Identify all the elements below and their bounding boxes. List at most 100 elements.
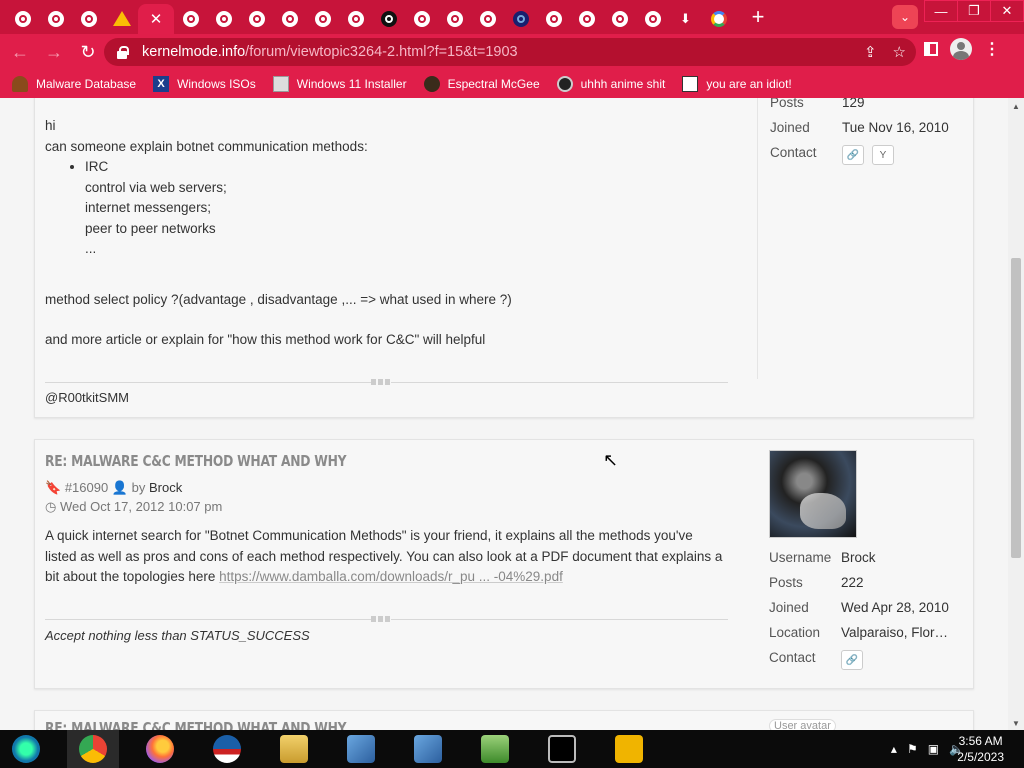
- bookmark-espectral-mcgee[interactable]: Espectral McGee: [423, 76, 540, 92]
- y-contact-icon[interactable]: Y: [872, 145, 894, 165]
- share-icon[interactable]: ⇪: [864, 43, 877, 61]
- anime-icon: [556, 76, 573, 92]
- user-avatar-placeholder[interactable]: User avatar: [769, 719, 836, 730]
- post-2-title[interactable]: Re: Malware C&C method what and why: [45, 452, 347, 470]
- tab-opera-2[interactable]: [39, 4, 72, 34]
- window-close-button[interactable]: ✕: [990, 0, 1024, 22]
- bookmark-malware-database[interactable]: Malware Database: [12, 76, 136, 92]
- tab-google[interactable]: [702, 4, 735, 34]
- tab-downloads[interactable]: ⬇: [669, 4, 702, 34]
- bookmark-label: Windows 11 Installer: [296, 77, 407, 91]
- pdf-link[interactable]: https://www.damballa.com/downloads/r_pu …: [219, 569, 563, 584]
- windows-media-center-icon: [12, 735, 40, 763]
- installer-icon: [272, 76, 289, 92]
- tab-active-close[interactable]: ✕: [138, 3, 174, 34]
- forward-button[interactable]: →: [40, 38, 68, 66]
- post-2-date-row: ◷ Wed Oct 17, 2012 10:07 pm: [45, 499, 222, 515]
- url-text[interactable]: kernelmode.info/forum/viewtopic3264-2.ht…: [142, 44, 518, 60]
- cmd-icon: [548, 735, 576, 763]
- taskbar-obama-logo[interactable]: [201, 730, 253, 768]
- side-panel-icon[interactable]: [924, 42, 938, 56]
- tab-opera-11[interactable]: [438, 4, 471, 34]
- network-icon[interactable]: ▣: [928, 742, 939, 756]
- tray-expand-icon[interactable]: ▴: [891, 742, 897, 756]
- username-value[interactable]: Brock: [841, 550, 951, 565]
- menu-kebab-icon[interactable]: ⋮: [984, 39, 1000, 59]
- tab-opera-10[interactable]: [405, 4, 438, 34]
- minimize-button[interactable]: —: [924, 0, 958, 22]
- post-2-meta: 🔖 #16090 👤 by Brock: [45, 480, 182, 496]
- bookmark-windows-11-installer[interactable]: Windows 11 Installer: [272, 76, 407, 92]
- taskbar-chrome[interactable]: [67, 730, 119, 768]
- opera-icon: [248, 10, 265, 27]
- tab-opera-14[interactable]: [570, 4, 603, 34]
- taskbar-media-center[interactable]: [0, 730, 52, 768]
- tab-opera-15[interactable]: [603, 4, 636, 34]
- restore-button[interactable]: ❐: [957, 0, 991, 22]
- joined-label: Joined: [769, 600, 809, 615]
- profile-contact-row: Contact 🔗: [769, 650, 951, 670]
- taskbar-file-explorer[interactable]: [268, 730, 320, 768]
- google-icon: [710, 10, 727, 27]
- list-item: IRC: [85, 157, 745, 178]
- system-clock[interactable]: 3:56 AM 2/5/2023: [957, 733, 1004, 765]
- website-link-icon[interactable]: 🔗: [841, 650, 863, 670]
- new-tab-button[interactable]: +: [743, 2, 773, 32]
- address-bar[interactable]: kernelmode.info/forum/viewtopic3264-2.ht…: [104, 38, 916, 66]
- post-3-title[interactable]: Re: Malware C&C method what and why: [45, 719, 347, 730]
- opera-icon: [47, 10, 64, 27]
- taskbar-firefox[interactable]: [134, 730, 186, 768]
- contact-label: Contact: [769, 650, 816, 665]
- tab-opera-9[interactable]: [339, 4, 372, 34]
- tab-opera-7[interactable]: [273, 4, 306, 34]
- page-scrollbar[interactable]: ▲ ▼: [1008, 98, 1024, 730]
- x-icon: X: [153, 76, 170, 92]
- tab-opera-1[interactable]: [6, 4, 39, 34]
- scroll-down-icon[interactable]: ▼: [1012, 719, 1020, 728]
- profile-posts-row: Posts 222: [769, 575, 951, 590]
- tab-github[interactable]: [372, 4, 405, 34]
- download-icon: ⬇: [680, 10, 691, 26]
- author-link[interactable]: Brock: [149, 480, 182, 495]
- reload-button[interactable]: ↻: [74, 38, 102, 66]
- website-link-icon[interactable]: 🔗: [842, 145, 864, 165]
- mouse-cursor-icon: ↖: [603, 450, 619, 470]
- bookmark-star-icon[interactable]: ☆: [893, 43, 906, 61]
- tab-opera-8[interactable]: [306, 4, 339, 34]
- tab-opera-13[interactable]: [537, 4, 570, 34]
- bookmark-you-are-an-idiot[interactable]: you are an idiot!: [682, 76, 792, 92]
- taskbar-cmd[interactable]: [536, 730, 588, 768]
- bookmark-windows-isos[interactable]: X Windows ISOs: [153, 76, 256, 92]
- close-icon[interactable]: ✕: [150, 10, 163, 28]
- post-greeting: hi: [45, 118, 56, 133]
- taskbar-notepad[interactable]: [469, 730, 521, 768]
- clock-date: 2/5/2023: [957, 750, 1004, 764]
- post-1-signature: @R00tkitSMM: [45, 390, 129, 405]
- post-date: Wed Oct 17, 2012 10:07 pm: [59, 499, 223, 514]
- profile-avatar[interactable]: [950, 38, 972, 60]
- tab-search-dropdown[interactable]: ⌄: [892, 5, 918, 29]
- tab-gear[interactable]: [504, 4, 537, 34]
- post-id-link[interactable]: #16090: [65, 480, 108, 495]
- tab-opera-16[interactable]: [636, 4, 669, 34]
- url-path: /forum/viewtopic3264-2.html?f=15&t=1903: [245, 44, 518, 60]
- tab-drive[interactable]: [105, 4, 138, 34]
- tab-opera-6[interactable]: [240, 4, 273, 34]
- taskbar-installer-1[interactable]: [335, 730, 387, 768]
- scrollbar-thumb[interactable]: [1011, 258, 1021, 558]
- tab-opera-4[interactable]: [174, 4, 207, 34]
- avatar-icon: [423, 76, 440, 92]
- windows-taskbar: ▴ ⚑ ▣ 🔈 3:56 AM 2/5/2023: [0, 730, 1024, 768]
- back-button[interactable]: ←: [6, 38, 34, 66]
- tab-opera-5[interactable]: [207, 4, 240, 34]
- flag-icon[interactable]: ⚑: [907, 742, 918, 756]
- tab-opera-3[interactable]: [72, 4, 105, 34]
- tab-opera-12[interactable]: [471, 4, 504, 34]
- bookmark-anime[interactable]: uhhh anime shit: [556, 76, 665, 92]
- taskbar-installer-2[interactable]: [402, 730, 454, 768]
- taskbar-de[interactable]: [603, 730, 655, 768]
- scroll-up-icon[interactable]: ▲: [1012, 102, 1020, 111]
- list-line: ...: [85, 241, 97, 256]
- joined-value: Wed Apr 28, 2010: [841, 600, 949, 615]
- clock-icon: ◷: [45, 499, 57, 514]
